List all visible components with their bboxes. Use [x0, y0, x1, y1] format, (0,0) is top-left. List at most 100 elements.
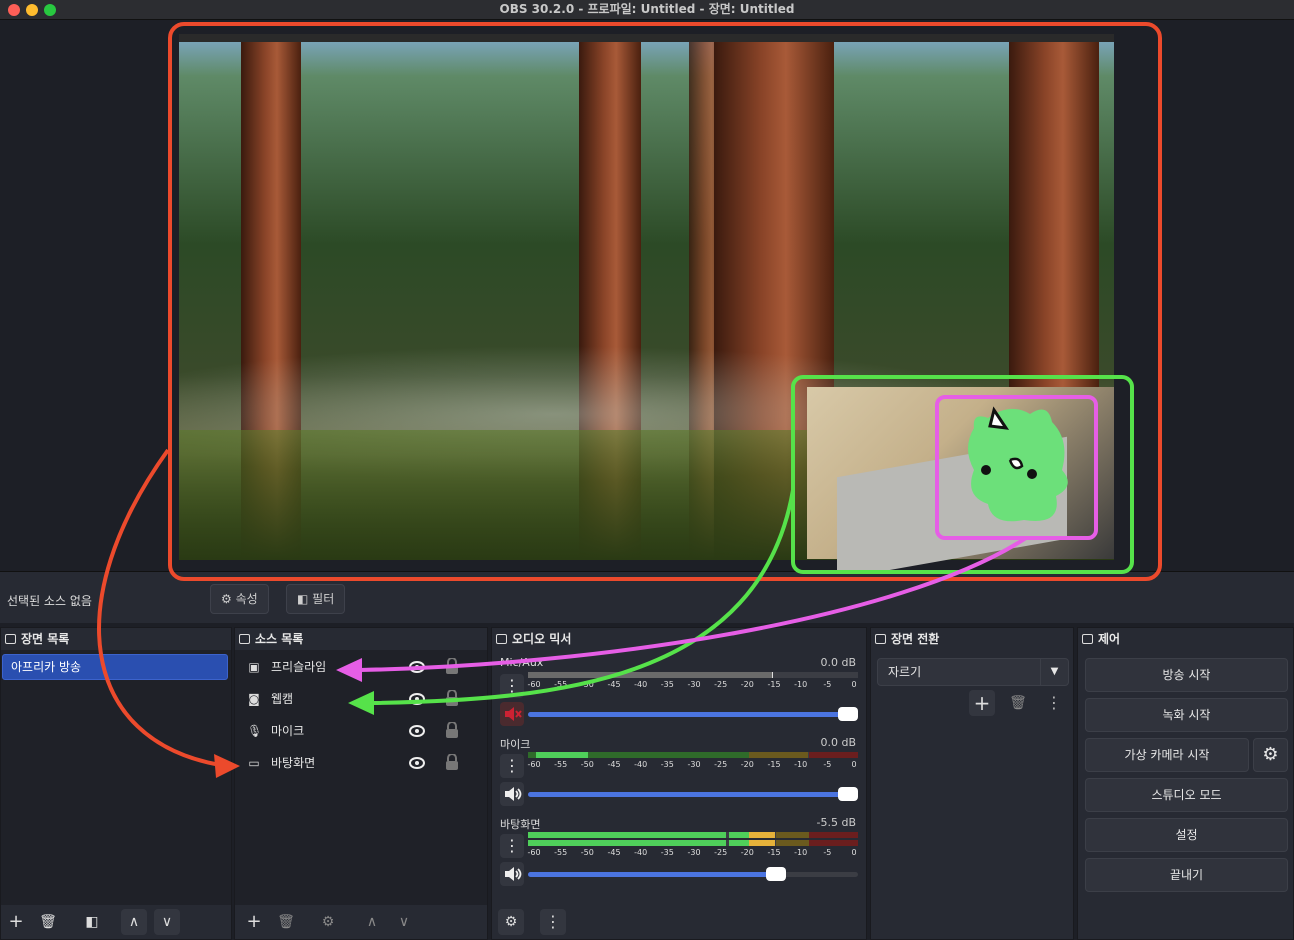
db-tick-label: -25: [714, 848, 728, 857]
lock-icon[interactable]: [445, 658, 459, 674]
monitor-icon: ▭: [248, 756, 260, 770]
virtual-camera-gear-icon[interactable]: ⚙: [1253, 738, 1288, 772]
channel-menu-button[interactable]: ⋮: [500, 754, 524, 778]
db-tick-label: -55: [554, 760, 568, 769]
start-record-button[interactable]: 녹화 시작: [1085, 698, 1288, 732]
db-tick-label: -35: [660, 680, 674, 689]
source-properties-gear-icon[interactable]: ⚙: [315, 909, 341, 935]
visibility-eye-icon[interactable]: [409, 691, 425, 707]
source-move-down-button[interactable]: ∨: [391, 909, 417, 935]
volume-slider[interactable]: [528, 707, 858, 721]
transition-select[interactable]: 자르기 ▼: [877, 658, 1069, 686]
controls-dock: 제어 방송 시작 녹화 시작 가상 카메라 시작 ⚙ 스튜디오 모드 설정 끝내…: [1077, 627, 1294, 940]
remove-scene-button[interactable]: 🗑: [35, 909, 61, 935]
channel-name: Mic/Aux: [500, 656, 544, 669]
remove-source-button[interactable]: 🗑: [273, 909, 299, 935]
scenes-toolbar: + 🗑 ◧ ∧ ∨: [1, 905, 231, 939]
transition-menu-button[interactable]: ⋮: [1041, 690, 1067, 716]
db-tick-label: -35: [660, 760, 674, 769]
db-tick-label: -15: [767, 680, 781, 689]
lock-icon[interactable]: [445, 754, 459, 770]
start-stream-button[interactable]: 방송 시작: [1085, 658, 1288, 692]
mixer-channel-micaux: Mic/Aux 0.0 dB -60 -55 -50 -45 -40 -35 -30 -25-…: [498, 656, 860, 736]
add-source-button[interactable]: +: [241, 909, 267, 935]
obs-window: { "window": {"title": "OBS 30.2.0 - 프로파일…: [0, 0, 1294, 940]
visibility-eye-icon[interactable]: [409, 755, 425, 771]
scene-item[interactable]: 아프리카 방송: [2, 654, 228, 680]
db-tick-label: 0: [851, 760, 857, 769]
source-name: 프리슬라임: [271, 660, 327, 674]
visibility-eye-icon[interactable]: [409, 723, 425, 739]
close-window-button[interactable]: [8, 4, 20, 16]
source-item-desktop[interactable]: ▭ 바탕화면: [243, 748, 463, 778]
speaker-icon[interactable]: [500, 862, 524, 886]
advanced-audio-gear-icon[interactable]: ⚙: [498, 909, 524, 935]
dock-icon: [496, 634, 507, 644]
db-tick-label: -45: [607, 848, 621, 857]
speaker-icon[interactable]: [500, 782, 524, 806]
start-virtual-camera-button[interactable]: 가상 카메라 시작: [1085, 738, 1249, 772]
lock-icon[interactable]: [445, 690, 459, 706]
settings-button[interactable]: 설정: [1085, 818, 1288, 852]
camera-icon: ◙: [248, 692, 260, 706]
filter-icon: ◧: [297, 592, 309, 606]
db-tick-label: -5: [823, 760, 832, 769]
add-transition-button[interactable]: +: [969, 690, 995, 716]
sources-dock-title: 소스 목록: [235, 628, 487, 650]
properties-button[interactable]: ⚙ 속성: [210, 584, 269, 614]
db-tick-label: -10: [794, 760, 808, 769]
scene-filters-button[interactable]: ◧: [79, 909, 105, 935]
db-tick-label: -60: [527, 848, 541, 857]
source-name: 바탕화면: [271, 756, 316, 770]
channel-name: 바탕화면: [500, 818, 541, 831]
db-tick-label: -5: [823, 848, 832, 857]
db-tick-label: -40: [634, 848, 648, 857]
image-icon: ▣: [248, 660, 260, 674]
title-bar: OBS 30.2.0 - 프로파일: Untitled - 장면: Untitl…: [0, 0, 1294, 20]
lock-icon[interactable]: [445, 722, 459, 738]
db-tick-label: -55: [554, 848, 568, 857]
muted-speaker-icon[interactable]: [500, 702, 524, 726]
minimize-window-button[interactable]: [26, 4, 38, 16]
properties-label: 속성: [235, 592, 258, 606]
source-item-freeslime[interactable]: ▣ 프리슬라임: [243, 652, 463, 682]
db-tick-label: -30: [687, 680, 701, 689]
volume-slider[interactable]: [528, 867, 858, 881]
gear-icon: ⚙: [221, 592, 232, 606]
db-tick-label: -35: [660, 848, 674, 857]
window-title: OBS 30.2.0 - 프로파일: Untitled - 장면: Untitl…: [499, 2, 795, 16]
visibility-eye-icon[interactable]: [409, 659, 425, 675]
exit-button[interactable]: 끝내기: [1085, 858, 1288, 892]
db-scale: -60 -55 -50 -45 -40 -35 -30 -25 -20 -15 -10 -5 0: [527, 756, 858, 772]
source-list[interactable]: ▣ 프리슬라임 ◙ 웹캠 🎙 마이크 ▭ 바탕화면: [235, 650, 487, 905]
channel-menu-button[interactable]: ⋮: [500, 834, 524, 858]
transitions-dock-title: 장면 전환: [871, 628, 1073, 650]
source-move-up-button[interactable]: ∧: [359, 909, 385, 935]
db-tick-label: -10: [794, 848, 808, 857]
volume-slider[interactable]: [528, 787, 858, 801]
db-tick-label: -5: [823, 680, 832, 689]
filters-label: 필터: [312, 592, 335, 606]
db-tick-label: -60: [527, 680, 541, 689]
zoom-window-button[interactable]: [44, 4, 56, 16]
scene-list[interactable]: 아프리카 방송: [1, 650, 231, 905]
move-up-button[interactable]: ∧: [121, 909, 147, 935]
chevron-down-icon[interactable]: ▼: [1040, 659, 1068, 685]
db-tick-label: 0: [851, 680, 857, 689]
db-tick-label: -20: [740, 848, 754, 857]
channel-name: 마이크: [500, 738, 531, 751]
channel-menu-button[interactable]: ⋮: [500, 674, 524, 698]
db-scale: -60 -55 -50 -45 -40 -35 -30 -25 -20 -15 -10 -5 0: [527, 844, 858, 860]
mixer-menu-button[interactable]: ⋮: [540, 909, 566, 935]
studio-mode-button[interactable]: 스튜디오 모드: [1085, 778, 1288, 812]
source-item-mic[interactable]: 🎙 마이크: [243, 716, 463, 746]
db-tick-label: -60: [527, 760, 541, 769]
sources-dock: 소스 목록 ▣ 프리슬라임 ◙ 웹캠 🎙 마이크 ▭ 바탕화면 + 🗑 ⚙ ∧ …: [234, 627, 488, 940]
move-down-button[interactable]: ∨: [154, 909, 180, 935]
scenes-dock-title: 장면 목록: [1, 628, 231, 650]
source-item-webcam[interactable]: ◙ 웹캠: [243, 684, 463, 714]
remove-transition-button[interactable]: 🗑: [1005, 690, 1031, 716]
add-scene-button[interactable]: +: [3, 909, 29, 935]
filters-button[interactable]: ◧ 필터: [286, 584, 346, 614]
dock-icon: [1082, 634, 1093, 644]
